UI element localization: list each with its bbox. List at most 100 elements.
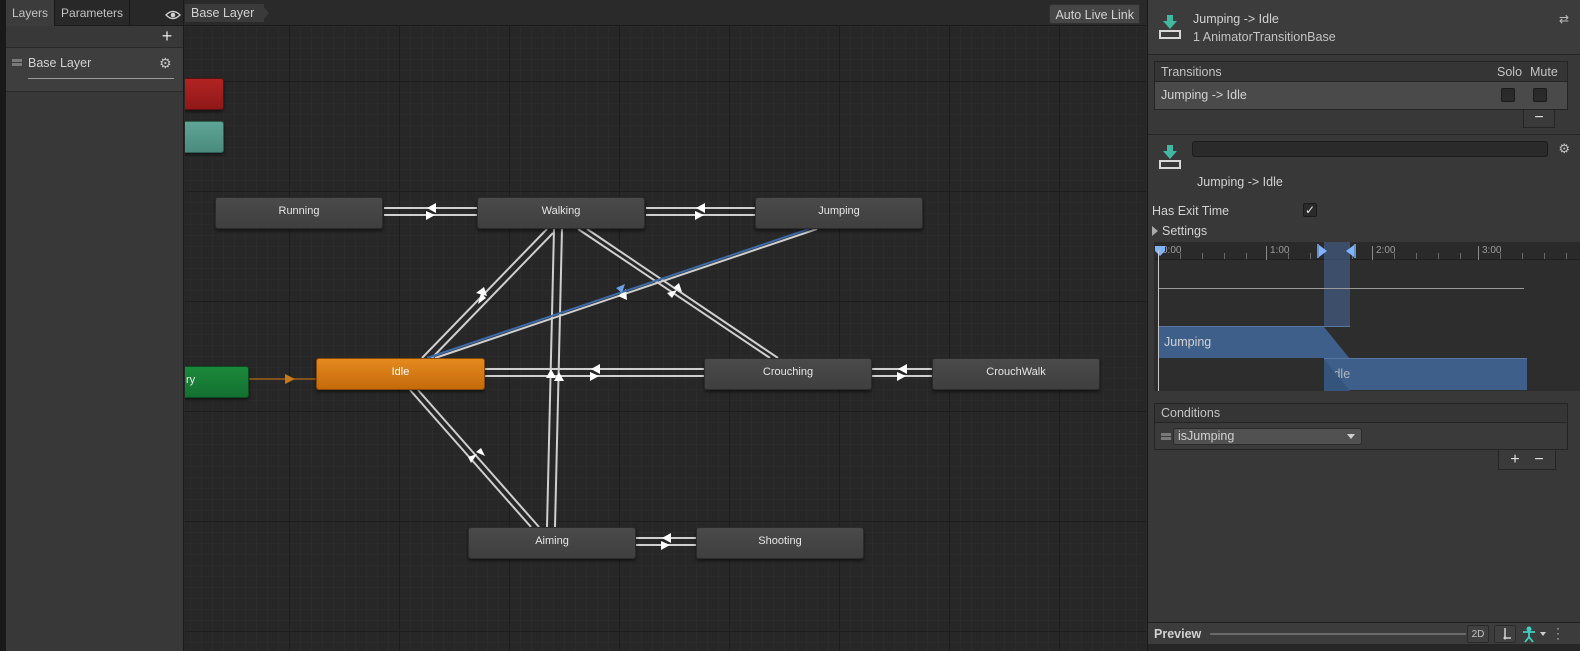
tab-parameters[interactable]: Parameters xyxy=(55,0,131,26)
transition-icon xyxy=(1159,15,1181,39)
solo-checkbox[interactable] xyxy=(1501,88,1515,102)
drag-handle-icon[interactable]: ▬ ▬ xyxy=(1161,429,1171,443)
transition-icon xyxy=(1159,145,1181,169)
timeline-ruler[interactable]: 0:00 1:00 2:00 3:00 xyxy=(1154,242,1580,260)
timeline-tick xyxy=(1566,253,1567,259)
settings-sliders-icon[interactable]: ⇄ xyxy=(1559,12,1571,26)
condition-parameter-dropdown[interactable]: isJumping xyxy=(1173,428,1362,445)
layer-item-base-layer[interactable]: ▬ ▬ Base Layer ⚙ xyxy=(6,48,183,92)
timeline-tick xyxy=(1246,253,1247,259)
inspector-panel: Jumping -> Idle 1 AnimatorTransitionBase… xyxy=(1147,0,1580,651)
transition-row-label: Jumping -> Idle xyxy=(1161,88,1247,102)
layers-panel-tabs: Layers Parameters xyxy=(6,0,183,26)
more-options-icon[interactable]: · · · xyxy=(1556,622,1560,644)
blend-ramp xyxy=(1324,359,1350,391)
state-any-state[interactable] xyxy=(185,121,224,153)
layer-weight-bar xyxy=(28,78,174,79)
condition-row[interactable]: ▬ ▬ isJumping xyxy=(1155,423,1567,450)
chevron-down-icon xyxy=(1347,434,1355,439)
preview-label: Preview xyxy=(1154,627,1202,641)
inspector-title: Jumping -> Idle xyxy=(1193,12,1279,26)
preview-bar[interactable]: Preview 2D · · · xyxy=(1148,622,1580,644)
timeline-tick xyxy=(1460,253,1461,259)
transition-timeline[interactable]: 0:00 1:00 2:00 3:00 Jumping Idle xyxy=(1154,242,1580,391)
chevron-down-icon[interactable] xyxy=(1540,632,1546,636)
remove-condition-button[interactable]: − xyxy=(1531,450,1547,470)
transition-walking-jumping[interactable] xyxy=(646,203,756,220)
transition-aiming-shooting[interactable] xyxy=(636,533,697,550)
state-aiming[interactable]: Aiming xyxy=(468,527,636,559)
drag-handle-icon[interactable]: ▬ ▬ xyxy=(12,55,22,69)
transition-links xyxy=(249,203,933,550)
timeline-tick xyxy=(1224,253,1225,259)
transition-start-marker-icon[interactable] xyxy=(1317,244,1329,258)
timeline-label: 3:00 xyxy=(1482,245,1502,256)
conditions-add-remove: + − xyxy=(1498,450,1556,470)
blend-ramp xyxy=(1324,327,1350,359)
playhead-marker-icon[interactable] xyxy=(1154,244,1166,258)
eye-icon[interactable] xyxy=(165,9,181,21)
timeline-tick xyxy=(1478,246,1479,260)
solo-column-label: Solo xyxy=(1497,65,1523,79)
has-exit-time-checkbox[interactable]: ✓ xyxy=(1303,203,1317,217)
pivot-icon[interactable] xyxy=(1494,625,1516,643)
timeline-label: 1:00 xyxy=(1270,245,1290,256)
source-clip-label: Jumping xyxy=(1164,335,1212,349)
graph-toolbar: Base Layer Auto Live Link xyxy=(185,0,1146,26)
preview-2d-button[interactable]: 2D xyxy=(1467,625,1489,643)
timeline-cursor xyxy=(1158,250,1159,391)
entry-label: ry xyxy=(186,374,196,386)
transition-idle-walking[interactable] xyxy=(421,228,554,363)
state-idle[interactable]: Idle xyxy=(316,358,485,390)
conditions-header: Conditions xyxy=(1155,404,1567,423)
settings-foldout-label[interactable]: Settings xyxy=(1162,224,1207,238)
layer-name: Base Layer xyxy=(28,56,92,70)
inspector-header: Jumping -> Idle 1 AnimatorTransitionBase… xyxy=(1148,0,1580,55)
transition-walking-crouching[interactable] xyxy=(577,228,779,359)
transition-walking-aiming[interactable] xyxy=(546,228,564,528)
transition-running-walking[interactable] xyxy=(384,203,478,220)
timeline-tick xyxy=(1372,246,1373,260)
transition-end-marker-icon[interactable] xyxy=(1344,244,1356,258)
transition-entry-idle xyxy=(249,374,316,384)
state-entry[interactable]: ry xyxy=(185,366,249,398)
state-crouchwalk[interactable]: CrouchWalk xyxy=(932,358,1100,390)
state-shooting[interactable]: Shooting xyxy=(696,527,864,559)
settings-foldout-icon[interactable] xyxy=(1152,226,1158,236)
transition-row[interactable]: Jumping -> Idle xyxy=(1155,82,1567,109)
inspector-subtitle: 1 AnimatorTransitionBase xyxy=(1193,30,1336,44)
preview-resize-handle[interactable] xyxy=(1210,633,1466,635)
state-running[interactable]: Running xyxy=(215,197,383,229)
mute-checkbox[interactable] xyxy=(1533,88,1547,102)
state-walking[interactable]: Walking xyxy=(477,197,645,229)
transition-idle-jumping[interactable] xyxy=(434,228,818,359)
transitions-list: Transitions Solo Mute Jumping -> Idle xyxy=(1154,61,1568,110)
timeline-tick xyxy=(1202,253,1203,259)
state-jumping[interactable]: Jumping xyxy=(755,197,923,229)
state-crouching[interactable]: Crouching xyxy=(704,358,872,390)
timeline-tick xyxy=(1310,253,1311,259)
breadcrumb-arrow-icon xyxy=(261,4,269,22)
destination-state-clip[interactable]: Idle xyxy=(1324,358,1527,391)
remove-transition-button[interactable]: − xyxy=(1523,110,1555,128)
source-state-clip[interactable]: Jumping xyxy=(1158,326,1350,359)
transition-idle-crouching[interactable] xyxy=(485,364,705,381)
avatar-icon[interactable] xyxy=(1520,625,1538,643)
has-exit-time-label: Has Exit Time xyxy=(1152,204,1230,218)
add-layer-button[interactable]: + xyxy=(159,26,175,46)
condition-parameter-value: isJumping xyxy=(1178,429,1235,443)
timeline-label: 2:00 xyxy=(1376,245,1396,256)
animator-graph[interactable]: Running Walking Jumping ry Idle Crouchin… xyxy=(185,0,1146,651)
transitions-header-label: Transitions xyxy=(1161,65,1222,79)
gear-icon[interactable]: ⚙ xyxy=(159,56,173,70)
transition-idle-aiming[interactable] xyxy=(409,389,540,528)
auto-live-link-button[interactable]: Auto Live Link xyxy=(1049,4,1140,24)
transition-name-input[interactable] xyxy=(1192,141,1548,157)
transition-crouching-crouchwalk[interactable] xyxy=(872,364,933,381)
gear-icon[interactable]: ⚙ xyxy=(1558,141,1570,157)
tab-layers[interactable]: Layers xyxy=(6,0,56,26)
state-exit[interactable] xyxy=(185,78,224,110)
add-condition-button[interactable]: + xyxy=(1507,450,1523,470)
timeline-tick xyxy=(1416,253,1417,259)
breadcrumb-base-layer[interactable]: Base Layer xyxy=(185,4,265,22)
